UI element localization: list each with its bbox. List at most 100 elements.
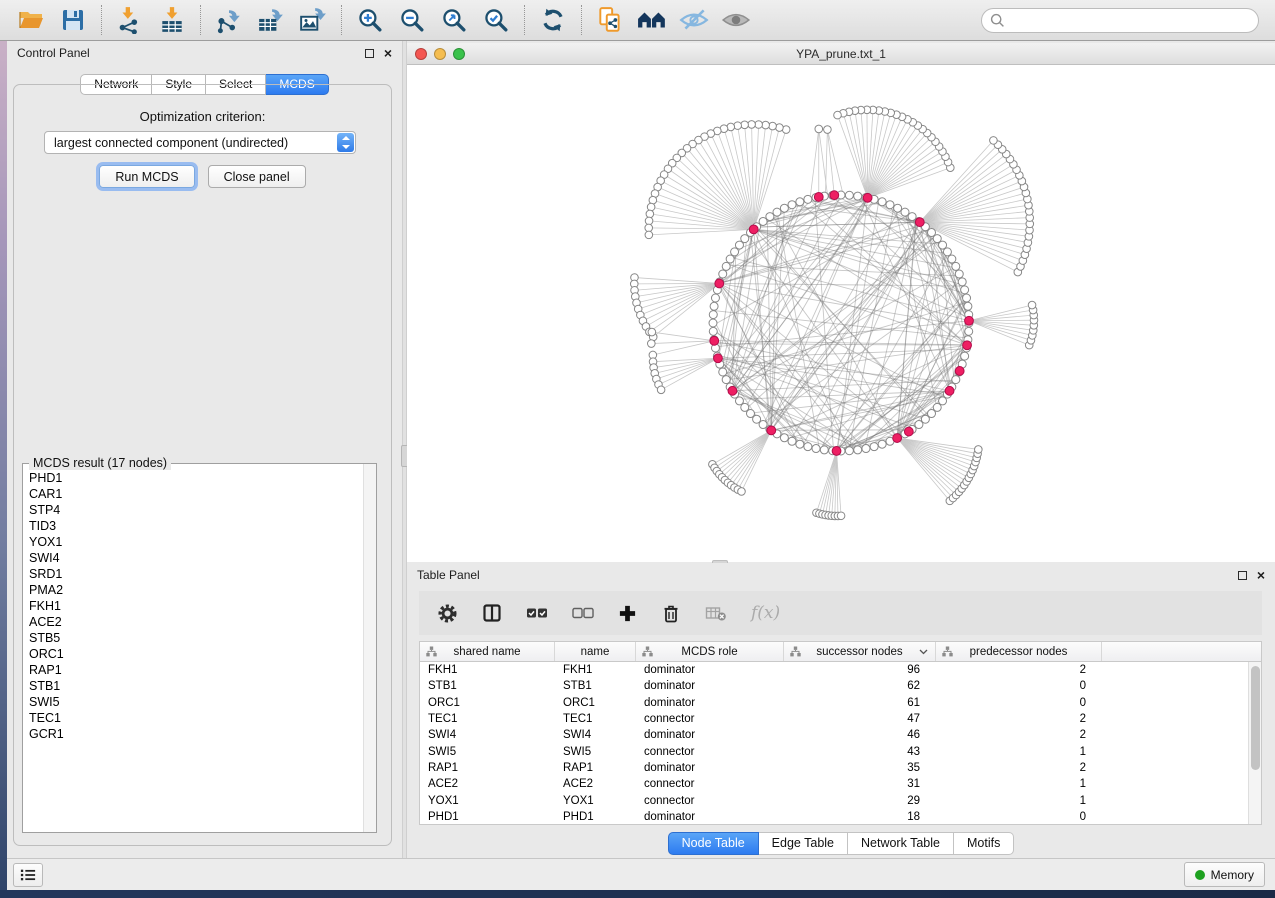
apply-function-button[interactable]: f(x) [751,603,780,623]
memory-button[interactable]: Memory [1184,862,1265,887]
cell-predecessor-nodes: 0 [936,697,1102,709]
table-scrollbar[interactable] [1248,662,1261,824]
float-panel-icon[interactable] [365,49,374,58]
tab-motifs[interactable]: Motifs [954,832,1014,855]
table-row[interactable]: STB1STB1dominator620 [420,678,1261,694]
cell-shared-name: ORC1 [420,697,555,709]
copy-network-button[interactable] [589,3,631,37]
zoom-selected-button[interactable] [475,3,517,37]
sort-chevron-icon[interactable] [919,649,928,655]
zoom-in-button[interactable] [349,3,391,37]
zoom-out-button[interactable] [391,3,433,37]
node-table[interactable]: shared namenameMCDS rolesuccessor nodesp… [419,641,1262,825]
mcds-list-scrollbar[interactable] [363,464,376,832]
open-folder-icon [17,7,45,33]
mcds-result-item[interactable]: TEC1 [29,710,376,726]
close-panel-icon[interactable]: × [384,49,392,58]
table-row[interactable]: ACE2ACE2connector311 [420,776,1261,792]
close-panel-icon[interactable]: × [1257,571,1265,580]
cell-shared-name: FKH1 [420,664,555,676]
shared-column-icon [942,646,953,657]
refresh-view-button[interactable] [532,3,574,37]
import-table-button[interactable] [151,3,193,37]
mcds-result-item[interactable]: STP4 [29,502,376,518]
mcds-tab-content: Optimization criterion: largest connecte… [13,84,392,846]
table-row[interactable]: PHD1PHD1dominator180 [420,809,1261,825]
select-all-button[interactable] [526,606,548,620]
mcds-result-item[interactable]: PHD1 [29,470,376,486]
search-input[interactable] [1005,12,1250,28]
import-network-button[interactable] [109,3,151,37]
mcds-result-item[interactable]: PMA2 [29,582,376,598]
table-row[interactable]: SWI4SWI4dominator462 [420,727,1261,743]
mcds-result-item[interactable]: TID3 [29,518,376,534]
table-scrollbar-thumb[interactable] [1251,666,1260,770]
copy-network-icon [596,6,624,34]
table-options-button[interactable] [437,603,458,624]
zoom-fit-button[interactable] [433,3,475,37]
gear-icon [437,603,458,624]
export-network-button[interactable] [208,3,250,37]
cell-name: YOX1 [555,795,636,807]
mcds-result-item[interactable]: YOX1 [29,534,376,550]
show-columns-button[interactable] [482,603,502,623]
mcds-result-group: PHD1CAR1STP4TID3YOX1SWI4SRD1PMA2FKH1ACE2… [22,463,377,833]
mcds-result-item[interactable]: FKH1 [29,598,376,614]
table-row[interactable]: SWI5SWI5connector431 [420,743,1261,759]
float-panel-icon[interactable] [1238,571,1247,580]
desktop-wallpaper-strip [0,41,7,890]
first-neighbors-button[interactable] [631,3,673,37]
network-canvas[interactable] [407,65,1275,562]
mcds-result-list: PHD1CAR1STP4TID3YOX1SWI4SRD1PMA2FKH1ACE2… [23,464,376,832]
cell-name: STB1 [555,680,636,692]
table-row[interactable]: FKH1FKH1dominator962 [420,662,1261,678]
network-view-window: YPA_prune.txt_1 [407,43,1275,562]
memory-label: Memory [1211,868,1254,882]
tab-node-table[interactable]: Node Table [668,832,759,855]
table-header-row: shared namenameMCDS rolesuccessor nodesp… [420,642,1261,662]
status-bar: Memory [7,858,1275,890]
task-history-button[interactable] [13,863,43,887]
cell-mcds-role: dominator [636,811,784,823]
criterion-dropdown[interactable]: largest connected component (undirected) [44,131,356,154]
table-row[interactable]: YOX1YOX1connector291 [420,792,1261,808]
column-header-name[interactable]: name [555,642,636,661]
close-panel-button[interactable]: Close panel [208,165,306,188]
delete-column-button[interactable] [661,603,681,624]
mcds-result-item[interactable]: ACE2 [29,614,376,630]
column-header-shared-name[interactable]: shared name [420,642,555,661]
column-header-MCDS-role[interactable]: MCDS role [636,642,784,661]
dropdown-stepper-icon [337,133,354,152]
export-table-button[interactable] [250,3,292,37]
cell-mcds-role: connector [636,713,784,725]
toolbar-separator [341,5,342,35]
table-row[interactable]: RAP1RAP1dominator352 [420,760,1261,776]
delete-table-button[interactable] [705,604,727,622]
mcds-result-item[interactable]: SRD1 [29,566,376,582]
run-mcds-button[interactable]: Run MCDS [99,165,194,188]
export-image-button[interactable] [292,3,334,37]
save-session-button[interactable] [52,3,94,37]
mcds-result-item[interactable]: STB1 [29,678,376,694]
tab-network-table[interactable]: Network Table [848,832,954,855]
column-header-predecessor-nodes[interactable]: predecessor nodes [936,642,1102,661]
show-all-button[interactable] [715,3,757,37]
mcds-result-item[interactable]: CAR1 [29,486,376,502]
create-column-button[interactable] [618,604,637,623]
tab-edge-table[interactable]: Edge Table [759,832,848,855]
mcds-result-item[interactable]: SWI5 [29,694,376,710]
toolbar-separator [581,5,582,35]
mcds-result-item[interactable]: STB5 [29,630,376,646]
mcds-result-item[interactable]: ORC1 [29,646,376,662]
mcds-result-item[interactable]: RAP1 [29,662,376,678]
mcds-result-item[interactable]: GCR1 [29,726,376,742]
table-row[interactable]: TEC1TEC1connector472 [420,711,1261,727]
deselect-all-button[interactable] [572,606,594,620]
save-icon [60,7,86,33]
cell-name: RAP1 [555,762,636,774]
column-header-successor-nodes[interactable]: successor nodes [784,642,936,661]
mcds-result-item[interactable]: SWI4 [29,550,376,566]
open-file-button[interactable] [10,3,52,37]
hide-selected-button[interactable] [673,3,715,37]
table-row[interactable]: ORC1ORC1dominator610 [420,695,1261,711]
